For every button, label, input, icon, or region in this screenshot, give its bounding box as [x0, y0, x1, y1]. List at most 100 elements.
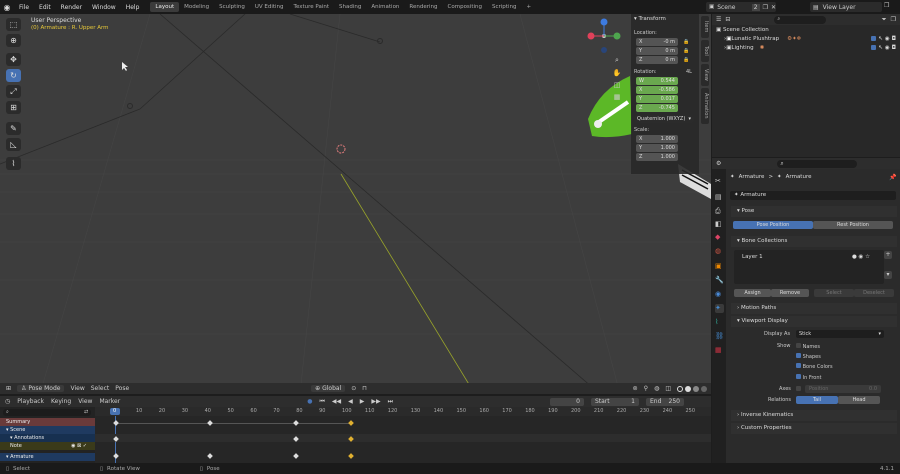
restriction-toggles[interactable]: ↖ ◉ ◘ — [871, 45, 896, 51]
relations-head-button[interactable]: Head — [838, 396, 880, 404]
camera-icon[interactable]: ◘ — [892, 36, 896, 42]
render-tab-icon[interactable]: ▤ — [715, 193, 724, 202]
keyframe-marker-selected[interactable] — [348, 453, 354, 459]
filter-icon[interactable]: ⏷ — [882, 16, 887, 24]
bone-constraint-tab-icon[interactable]: ⛓ — [715, 332, 724, 341]
outliner-item-lighting[interactable]: › ▣ Lighting ✺ ↖ ◉ ◘ — [724, 45, 896, 51]
overlay-icon[interactable]: ◍ — [654, 385, 659, 392]
gizmo-icon[interactable]: ⚲ — [644, 385, 648, 392]
bone-collection-layer[interactable]: Layer 1 — [742, 254, 763, 260]
menu-window[interactable]: Window — [87, 4, 121, 11]
camera-view-icon[interactable]: ◫ — [614, 81, 621, 89]
tab-compositing[interactable]: Compositing — [443, 2, 487, 12]
display-mode-icon[interactable]: ⊟ — [725, 16, 730, 23]
tab-shading[interactable]: Shading — [334, 2, 366, 12]
in-front-checkbox[interactable] — [796, 374, 801, 379]
next-key-icon[interactable]: ▶▶ — [371, 398, 380, 405]
armature-data-name-field[interactable]: ✦ Armature — [730, 191, 896, 200]
names-checkbox[interactable] — [796, 343, 801, 348]
exclude-checkbox[interactable] — [871, 45, 877, 50]
layer-toggle-icons[interactable]: ● ◉ ☆ — [852, 254, 870, 260]
rotation-w-field[interactable]: W 0.544 — [636, 77, 678, 85]
outliner-item-lunatic-plushtrap[interactable]: › ▣ Lunatic Plushtrap ⚙✦❄ ↖ ◉ ◘ — [724, 36, 896, 42]
names-checkbox-row[interactable]: Names — [796, 343, 820, 350]
menu-render[interactable]: Render — [56, 4, 87, 11]
bone-colors-checkbox[interactable] — [796, 363, 801, 368]
measure-tool-button[interactable]: ◺ — [6, 138, 21, 151]
play-icon[interactable]: ▶ — [360, 398, 365, 405]
prev-key-icon[interactable]: ◀◀ — [332, 398, 341, 405]
select-bones-button[interactable]: Select — [814, 289, 854, 297]
tool-tab-icon[interactable]: ✂ — [715, 177, 724, 186]
bone-colors-checkbox-row[interactable]: Bone Colors — [796, 363, 833, 370]
select-menu[interactable]: Select — [91, 385, 110, 392]
select-arrow-icon[interactable]: ↖ — [878, 36, 883, 42]
view-layer-selector[interactable]: ▤ View Layer — [810, 2, 882, 12]
keyframe-marker[interactable] — [293, 420, 299, 426]
outliner-editor-icon[interactable]: ☰ — [716, 16, 721, 23]
timeline-view-menu[interactable]: View — [78, 398, 92, 405]
axes-checkbox[interactable] — [796, 386, 801, 391]
pose-position-button[interactable]: Pose Position — [733, 221, 813, 229]
armature-data-tab-icon[interactable]: ✦ — [715, 304, 724, 313]
shapes-checkbox-row[interactable]: Shapes — [796, 353, 821, 360]
tab-modeling[interactable]: Modeling — [179, 2, 214, 12]
play-reverse-icon[interactable]: ◀ — [348, 398, 353, 405]
object-tab-icon[interactable]: ▣ — [715, 262, 724, 271]
exclude-checkbox[interactable] — [871, 36, 877, 41]
rest-position-button[interactable]: Rest Position — [813, 221, 893, 229]
tab-animation[interactable]: Animation — [366, 2, 404, 12]
outliner-search-input[interactable]: ⌕ — [774, 15, 827, 24]
keyframe-marker-selected[interactable] — [348, 420, 354, 426]
rotate-tool-button[interactable]: ↻ — [6, 69, 21, 82]
rotation-lock-4l[interactable]: 4L — [686, 69, 692, 75]
tab-rendering[interactable]: Rendering — [404, 2, 442, 12]
marker-menu[interactable]: Marker — [99, 398, 120, 405]
pose-menu[interactable]: Pose — [115, 385, 129, 392]
eye-icon[interactable]: ◉ — [885, 45, 890, 51]
eye-icon[interactable]: ◉ — [885, 36, 890, 42]
ntab-item[interactable]: Item — [701, 16, 709, 38]
add-workspace-button[interactable]: + — [521, 2, 536, 12]
wireframe-shading-icon[interactable] — [677, 385, 683, 392]
axes-position-field[interactable]: Position 0.0 — [805, 385, 881, 393]
location-x-field[interactable]: X -0 m — [636, 38, 678, 46]
relations-tail-button[interactable]: Tail — [796, 396, 838, 404]
keyframe-marker[interactable] — [293, 453, 299, 459]
scale-z-field[interactable]: Z 1.000 — [636, 153, 678, 161]
perspective-toggle-icon[interactable]: ▦ — [614, 93, 621, 101]
restriction-toggles[interactable]: ↖ ◉ ◘ — [871, 36, 896, 42]
mode-dropdown[interactable]: ♙ Pose Mode — [17, 385, 65, 392]
motion-paths-section-header[interactable]: › Motion Paths — [731, 303, 897, 314]
collection-menu-button[interactable]: ▾ — [884, 271, 892, 279]
menu-edit[interactable]: Edit — [34, 4, 56, 11]
playback-menu[interactable]: Playback — [17, 398, 44, 405]
zoom-icon[interactable]: ⌕ — [615, 56, 619, 65]
tab-sculpting[interactable]: Sculpting — [214, 2, 250, 12]
channel-scene[interactable]: ▾ Scene — [0, 426, 95, 434]
scale-tool-button[interactable]: ⤢ — [6, 85, 21, 98]
select-tool-button[interactable]: ⬚ — [6, 18, 21, 31]
ntab-tool[interactable]: Tool — [701, 40, 709, 62]
tab-texture-paint[interactable]: Texture Paint — [289, 2, 335, 12]
add-collection-button[interactable]: + — [884, 251, 892, 259]
tab-layout[interactable]: Layout — [150, 2, 180, 12]
xray-icon[interactable]: ◫ — [665, 385, 671, 392]
jump-start-icon[interactable]: ⏮ — [319, 398, 324, 406]
navigation-gizmo[interactable] — [587, 16, 621, 54]
start-frame-field[interactable]: Start 1 — [590, 397, 639, 406]
pivot-icon[interactable]: ⊙ — [351, 385, 356, 392]
rendered-shading-icon[interactable] — [701, 385, 707, 392]
bone-collections-section-header[interactable]: ▾ Bone Collections — [731, 236, 897, 247]
copy-view-layer-icon[interactable]: ❐ — [884, 2, 889, 9]
snap-icon[interactable]: ⊓ — [362, 385, 367, 392]
record-icon[interactable]: ● — [307, 398, 312, 405]
view-menu[interactable]: View — [70, 385, 84, 392]
inverse-kinematics-section-header[interactable]: › Inverse Kinematics — [731, 410, 897, 421]
rotation-x-field[interactable]: X -0.586 — [636, 86, 678, 94]
move-tool-button[interactable]: ✥ — [6, 53, 21, 66]
location-y-field[interactable]: Y0 m — [636, 47, 678, 55]
keyframe-marker[interactable] — [207, 420, 213, 426]
properties-editor-icon[interactable]: ⚙ — [716, 160, 721, 167]
keying-menu[interactable]: Keying — [51, 398, 71, 405]
